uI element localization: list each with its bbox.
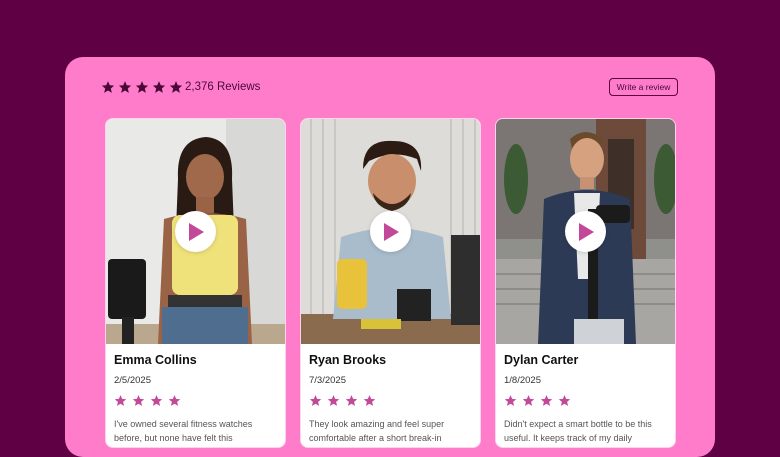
review-date: 1/8/2025 [504, 375, 541, 386]
write-review-button[interactable]: Write a review [609, 78, 678, 96]
review-card[interactable]: Dylan Carter 1/8/2025 Didn't expect a sm… [495, 118, 676, 448]
reviewer-name: Dylan Carter [504, 353, 579, 367]
play-icon [383, 222, 399, 241]
review-card[interactable]: Emma Collins 2/5/2025 I've owned several… [105, 118, 286, 448]
review-text: I've owned several fitness watches befor… [114, 419, 253, 443]
star-icon [169, 81, 183, 93]
review-date: 7/3/2025 [309, 375, 346, 386]
star-icon [114, 395, 127, 406]
star-icon [135, 81, 149, 93]
review-count: 2,376 Reviews [185, 81, 261, 93]
video-thumbnail[interactable] [301, 119, 480, 344]
card-rating [309, 394, 376, 407]
review-card[interactable]: Ryan Brooks 7/3/2025 They look amazing a… [300, 118, 481, 448]
reviewer-name: Emma Collins [114, 353, 197, 367]
play-button[interactable] [565, 211, 606, 252]
review-text: They look amazing and feel super comfort… [309, 419, 445, 443]
star-icon [345, 395, 358, 406]
reviewer-name: Ryan Brooks [309, 353, 387, 367]
reviews-panel: 2,376 Reviews Write a review Emma Collin… [65, 57, 715, 457]
star-icon [118, 81, 132, 93]
star-icon [540, 395, 553, 406]
star-icon [504, 395, 517, 406]
star-icon [150, 395, 163, 406]
star-icon [309, 395, 322, 406]
star-icon [327, 395, 340, 406]
video-thumbnail[interactable] [106, 119, 285, 344]
overall-rating [101, 80, 183, 94]
card-rating [114, 394, 181, 407]
play-icon [578, 222, 594, 241]
play-icon [188, 222, 204, 241]
video-thumbnail[interactable] [496, 119, 675, 344]
play-button[interactable] [175, 211, 216, 252]
star-icon [522, 395, 535, 406]
star-icon [152, 81, 166, 93]
star-icon [168, 395, 181, 406]
star-icon [558, 395, 571, 406]
card-rating [504, 394, 571, 407]
star-icon [101, 81, 115, 93]
star-icon [132, 395, 145, 406]
star-icon [363, 395, 376, 406]
review-date: 2/5/2025 [114, 375, 151, 386]
play-button[interactable] [370, 211, 411, 252]
review-text: Didn't expect a smart bottle to be this … [504, 419, 652, 443]
